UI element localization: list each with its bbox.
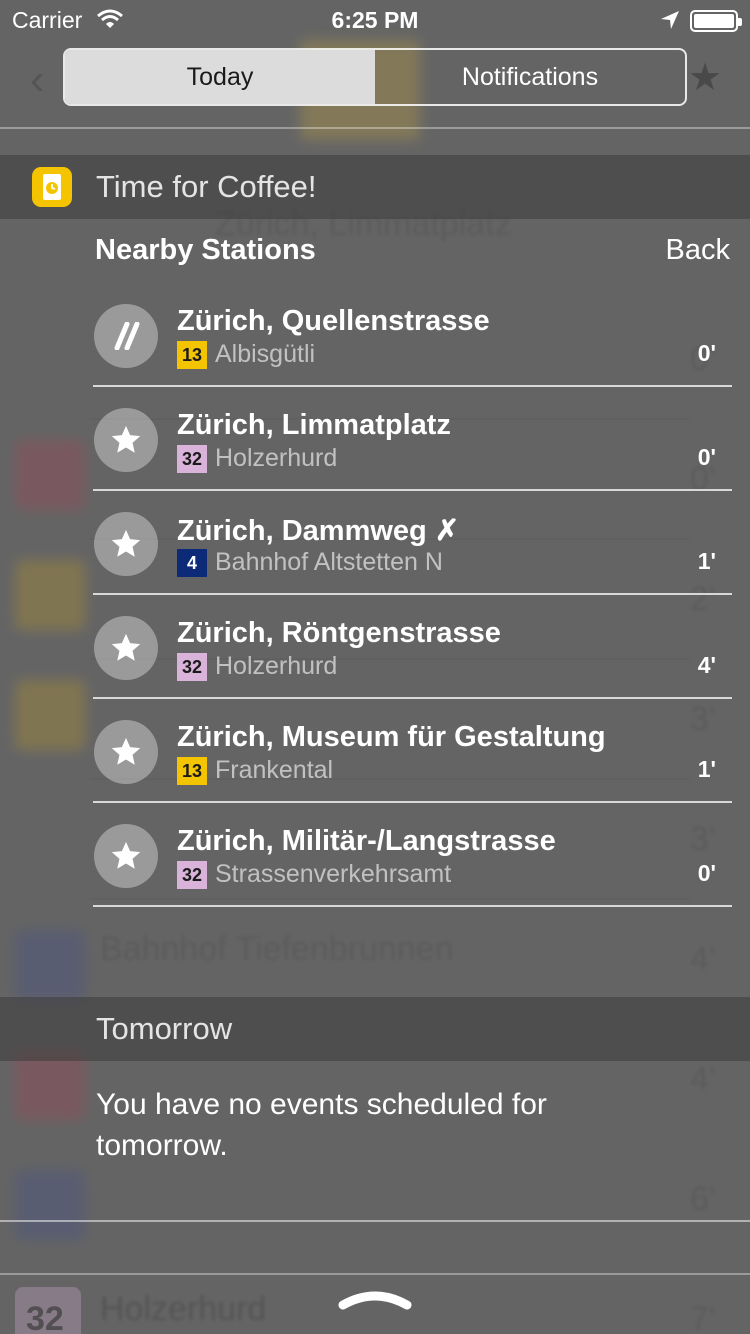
- line-badge: 32: [177, 653, 207, 681]
- battery-icon: [690, 10, 742, 32]
- departure-minutes: 1': [697, 756, 716, 782]
- station-name: Zürich, Quellenstrasse: [177, 305, 490, 337]
- direction-label: Frankental: [215, 756, 334, 784]
- station-name: Zürich, Limmatplatz: [177, 409, 451, 441]
- chevron-left-icon: ‹: [30, 55, 45, 104]
- coffee-cup-icon: [32, 167, 72, 207]
- back-button[interactable]: Back: [666, 234, 730, 267]
- line-badge: 4: [177, 549, 207, 577]
- direction-label: Strassenverkehrsamt: [215, 860, 452, 888]
- departure-minutes: 1': [697, 548, 716, 574]
- station-list: Zürich, Quellenstrasse 13 Albisgütli 0' …: [93, 283, 732, 907]
- tab-today[interactable]: Today: [65, 50, 375, 104]
- line-badge: 32: [177, 861, 207, 889]
- star-icon: ★: [688, 57, 723, 99]
- tomorrow-header: Tomorrow: [0, 997, 750, 1061]
- station-row[interactable]: Zürich, Limmatplatz 32 Holzerhurd 0': [93, 387, 732, 491]
- departure-minutes: 4': [697, 652, 716, 678]
- star-icon[interactable]: [94, 616, 158, 680]
- departure-minutes: 0': [697, 444, 716, 470]
- today-notifications-segmented-control: Today Notifications: [63, 48, 687, 106]
- star-icon[interactable]: [94, 408, 158, 472]
- divider: [0, 127, 750, 129]
- station-name: Zürich, Röntgenstrasse: [177, 617, 501, 649]
- star-icon[interactable]: [94, 720, 158, 784]
- direction-label: Holzerhurd: [215, 652, 338, 680]
- widget-title: Time for Coffee!: [96, 169, 317, 204]
- line-badge: 32: [177, 445, 207, 473]
- direction-label: Bahnhof Altstetten N: [215, 548, 443, 576]
- station-row[interactable]: Zürich, Röntgenstrasse 32 Holzerhurd 4': [93, 595, 732, 699]
- departure-minutes: 0': [697, 860, 716, 886]
- status-bar: Carrier 6:25 PM: [0, 0, 750, 40]
- clock: 6:25 PM: [331, 7, 419, 33]
- station-name: Zürich, Militär-/Langstrasse: [177, 825, 556, 857]
- station-row[interactable]: Zürich, Dammweg ✗ 4 Bahnhof Altstetten N…: [93, 491, 732, 595]
- tomorrow-message: You have no events scheduled for tomorro…: [96, 1088, 547, 1162]
- star-icon[interactable]: [94, 824, 158, 888]
- tomorrow-title: Tomorrow: [96, 1011, 233, 1046]
- direction-label: Holzerhurd: [215, 444, 338, 472]
- station-name: Zürich, Museum für Gestaltung: [177, 721, 606, 753]
- nearby-stations-title: Nearby Stations: [95, 234, 316, 266]
- tab-notifications[interactable]: Notifications: [375, 50, 685, 104]
- line-badge: 13: [177, 757, 207, 785]
- divider: [0, 1220, 750, 1222]
- location-arrow-icon: [661, 11, 679, 29]
- star-icon[interactable]: [94, 512, 158, 576]
- grabber-handle-icon[interactable]: [337, 1291, 413, 1311]
- tram-stripe-icon[interactable]: [94, 304, 158, 368]
- station-name: Zürich, Dammweg ✗: [177, 515, 460, 547]
- station-row[interactable]: Zürich, Militär-/Langstrasse 32 Strassen…: [93, 803, 732, 907]
- direction-label: Albisgütli: [215, 340, 316, 368]
- station-row[interactable]: Zürich, Quellenstrasse 13 Albisgütli 0': [93, 283, 732, 387]
- departure-minutes: 0': [697, 340, 716, 366]
- station-row[interactable]: Zürich, Museum für Gestaltung 13 Franken…: [93, 699, 732, 803]
- widget-header: Time for Coffee!: [0, 155, 750, 219]
- line-badge: 13: [177, 341, 207, 369]
- divider: [0, 1273, 750, 1275]
